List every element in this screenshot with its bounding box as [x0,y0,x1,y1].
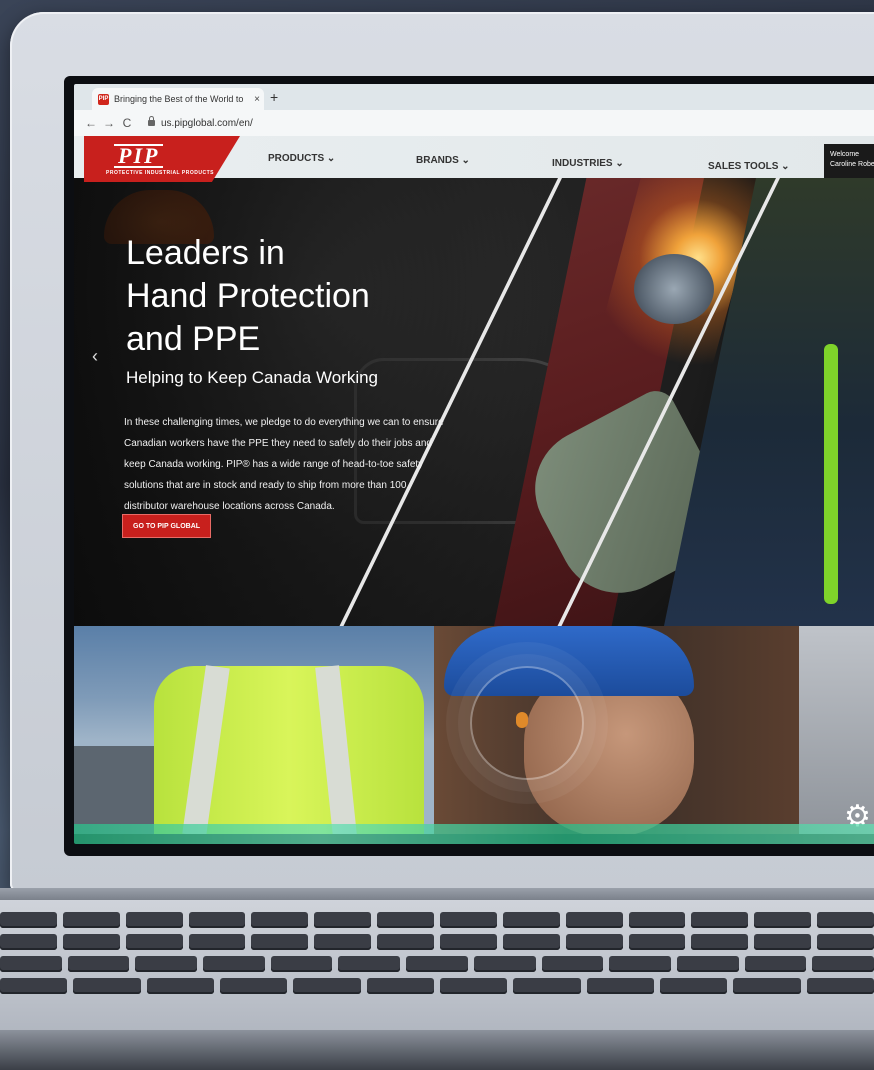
address-bar: ← → C us.pipglobal.com/en/ [74,110,874,136]
forward-button[interactable]: → [100,116,118,130]
welcome-name: Caroline Robe [830,161,874,168]
keyboard [0,912,874,1012]
lock-icon [148,116,155,126]
hero-title-line: and PPE [126,320,261,358]
nav-brands[interactable]: BRANDS ⌄ [416,155,470,166]
reload-button[interactable]: C [118,116,136,130]
hero-body-text: In these challenging times, we pledge to… [124,417,444,512]
welcome-box[interactable]: Welcome Caroline Robe [824,144,874,178]
logo-mark: PIP [114,144,164,168]
building-image [74,746,154,834]
hi-vis-vest-tile[interactable] [74,626,434,834]
browser-tab-bar: PIP Bringing the Best of the World to × … [74,84,874,110]
hero-subtitle: Helping to Keep Canada Working [126,368,379,387]
welcome-label: Welcome [830,151,860,158]
go-to-pip-global-button[interactable]: GO TO PIP GLOBAL [122,514,212,538]
url-field[interactable]: us.pipglobal.com/en/ [148,116,253,129]
pip-favicon-icon: PIP [98,93,109,105]
carousel-prev-icon[interactable]: ‹ [92,346,98,367]
back-button[interactable]: ← [82,116,100,130]
tab-close-icon[interactable]: × [250,94,264,105]
screen-bottom-glow [74,824,874,844]
laptop-front-edge [0,1030,874,1070]
new-tab-button[interactable]: + [270,89,278,105]
laptop-screen: PIP Bringing the Best of the World to × … [74,84,874,844]
hero-title-line: Hand Protection [126,277,370,315]
hero-title-line: Leaders in [126,234,285,272]
nav-industries[interactable]: INDUSTRIES ⌄ [552,158,624,169]
nav-sales-tools[interactable]: SALES TOOLS ⌄ [708,161,790,172]
tab-title: Bringing the Best of the World to [114,94,244,104]
hero-title: Leaders in Hand Protection and PPE [126,232,456,361]
nav-products[interactable]: PRODUCTS ⌄ [268,153,335,164]
earplug-image [516,712,528,728]
url-text: us.pipglobal.com/en/ [161,117,253,129]
hearing-protection-tile[interactable] [434,626,799,834]
browser-tab[interactable]: PIP Bringing the Best of the World to × [92,88,264,110]
grinder-image [634,254,714,324]
logo-subtitle: PROTECTIVE INDUSTRIAL PRODUCTS [106,170,214,176]
harness-lanyard-image [824,344,838,604]
